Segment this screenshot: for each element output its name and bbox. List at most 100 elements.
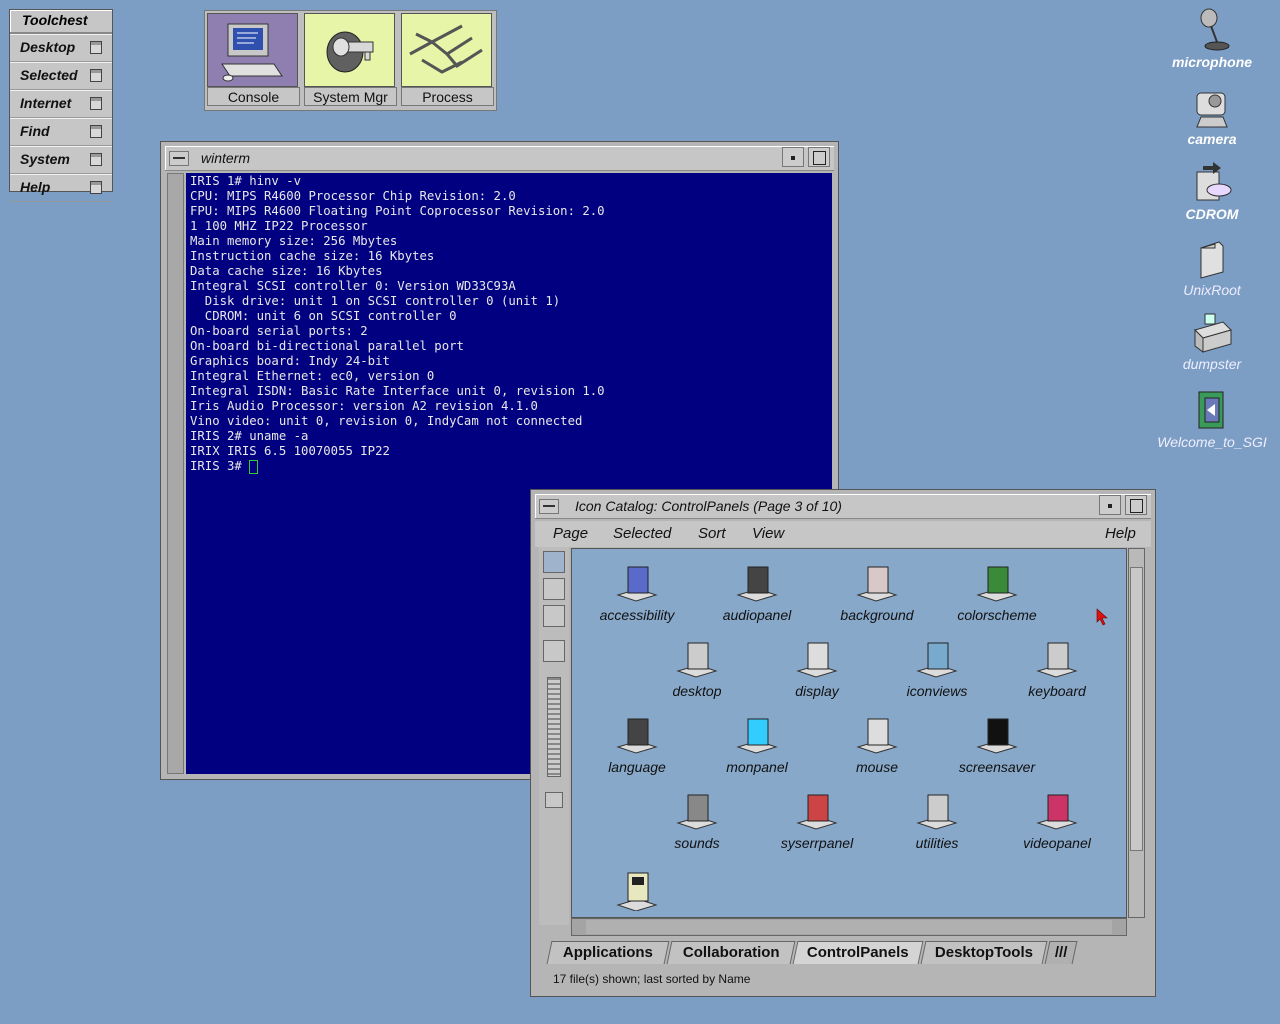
catalog-item-label: desktop — [672, 683, 722, 699]
terminal-line: IRIX IRIS 6.5 10070055 IP22 — [190, 444, 390, 458]
desktop-icon-camera[interactable]: camera — [1152, 83, 1272, 147]
maximize-button[interactable] — [1125, 495, 1147, 515]
catalog-item-label: display — [795, 683, 839, 699]
catalog-item-syserrpanel[interactable]: syserrpanel — [762, 789, 872, 863]
desktop-icon-microphone[interactable]: microphone — [1152, 6, 1272, 70]
vertical-scrollbar[interactable] — [1128, 548, 1145, 918]
menu-selected[interactable]: Selected — [613, 524, 671, 544]
catalog-item-label: mouse — [855, 759, 899, 775]
title-bar[interactable]: Icon Catalog: ControlPanels (Page 3 of 1… — [535, 494, 1151, 519]
keyboard-icon — [1034, 637, 1080, 683]
title-bar[interactable]: winterm — [165, 146, 834, 171]
catalog-item-monpanel[interactable]: monpanel — [702, 713, 812, 787]
desktop-icon-dumpster[interactable]: dumpster — [1152, 308, 1272, 372]
camera-icon — [1189, 83, 1235, 131]
catalog-item-audiopanel[interactable]: audiopanel — [702, 561, 812, 635]
face-icon[interactable] — [543, 640, 565, 662]
catalog-item-screensaver[interactable]: screensaver — [942, 713, 1052, 787]
catalog-item-iconviews[interactable]: iconviews — [882, 637, 992, 711]
catalog-item-label: iconviews — [906, 683, 968, 699]
catalog-item-accessibility[interactable]: accessibility — [582, 561, 692, 635]
cursor-icon — [249, 459, 259, 474]
desktop-icon-welcome[interactable]: Welcome_to_SGI — [1152, 386, 1272, 450]
terminal-line: Main memory size: 256 Mbytes — [190, 234, 398, 248]
scroll-thumb[interactable] — [1130, 567, 1143, 851]
system-manager-launcher[interactable]: System Mgr — [304, 13, 397, 107]
catalog-item-label: language — [608, 759, 666, 775]
icon-view-icon[interactable] — [543, 551, 565, 573]
menu-bar: Page Selected Sort View Help — [535, 521, 1151, 547]
console-launcher[interactable]: Console — [207, 13, 300, 107]
toolchest-title[interactable]: Toolchest — [10, 10, 112, 34]
submenu-icon — [90, 125, 102, 138]
toolchest-item-label: Selected — [20, 67, 78, 83]
catalog-item-keyboard[interactable]: keyboard — [1002, 637, 1112, 711]
terminal-line: On-board serial ports: 2 — [190, 324, 368, 338]
catalog-item-videopanel[interactable]: videopanel — [1002, 789, 1112, 863]
tab-controlpanels[interactable]: ControlPanels — [792, 941, 924, 964]
accessibility-icon — [614, 561, 660, 607]
menu-sort[interactable]: Sort — [698, 524, 726, 544]
zoom-reset-icon[interactable] — [545, 792, 563, 808]
utilities-icon — [914, 789, 960, 835]
horizontal-scrollbar[interactable] — [571, 918, 1127, 936]
catalog-item-colorscheme[interactable]: colorscheme — [942, 561, 1052, 635]
mouse-icon — [854, 713, 900, 759]
desktop-icon-label: UnixRoot — [1183, 282, 1241, 298]
minimize-button[interactable] — [782, 147, 804, 167]
terminal-prompt: IRIS 3# — [190, 459, 250, 473]
background-icon — [854, 561, 900, 607]
terminal-line: Integral SCSI controller 0: Version WD33… — [190, 279, 516, 293]
maximize-button[interactable] — [808, 147, 830, 167]
window-menu-button[interactable] — [169, 151, 189, 166]
console-label: Console — [207, 87, 300, 106]
menu-view[interactable]: View — [752, 524, 784, 544]
terminal-line: Data cache size: 16 Kbytes — [190, 264, 383, 278]
menu-page[interactable]: Page — [553, 524, 588, 544]
catalog-item-language[interactable]: language — [582, 713, 692, 787]
desktop-icon-unixroot[interactable]: UnixRoot — [1152, 234, 1272, 298]
process-launcher[interactable]: Process — [401, 13, 494, 107]
toolchest-item-help[interactable]: Help — [10, 174, 112, 202]
submenu-icon — [90, 97, 102, 110]
console-icon — [207, 13, 298, 87]
catalog-item-display[interactable]: display — [762, 637, 872, 711]
toolchest-item-selected[interactable]: Selected — [10, 62, 112, 90]
tab-applications[interactable]: Applications — [546, 941, 670, 964]
more-tabs-icon[interactable]: /// — [1044, 941, 1078, 964]
toolchest-item-find[interactable]: Find — [10, 118, 112, 146]
toolchest-item-desktop[interactable]: Desktop — [10, 34, 112, 62]
menu-help[interactable]: Help — [1105, 524, 1136, 544]
catalog-item-label: syserrpanel — [780, 835, 854, 851]
submenu-icon — [90, 41, 102, 54]
window-menu-button[interactable] — [539, 499, 559, 514]
catalog-item-partial[interactable] — [582, 865, 692, 917]
toolchest-item-internet[interactable]: Internet — [10, 90, 112, 118]
icon-catalog-window: Icon Catalog: ControlPanels (Page 3 of 1… — [530, 489, 1156, 997]
icon-panel: Console System Mgr Process — [204, 10, 497, 111]
scroll-track[interactable] — [586, 920, 1112, 934]
list-view-icon[interactable] — [543, 578, 565, 600]
terminal-line: Iris Audio Processor: version A2 revisio… — [190, 399, 538, 413]
videopanel-icon — [1034, 789, 1080, 835]
catalog-item-background[interactable]: background — [822, 561, 932, 635]
icon-area[interactable]: accessibility audiopanel background colorsc… — [571, 548, 1127, 918]
folder-icon — [1189, 234, 1235, 282]
terminal-scrollbar[interactable] — [167, 173, 184, 774]
catalog-item-label: keyboard — [1028, 683, 1086, 699]
catalog-item-mouse[interactable]: mouse — [822, 713, 932, 787]
tab-desktoptools[interactable]: DesktopTools — [920, 941, 1048, 964]
toolchest-item-system[interactable]: System — [10, 146, 112, 174]
catalog-item-sounds[interactable]: sounds — [642, 789, 752, 863]
minimize-button[interactable] — [1099, 495, 1121, 515]
terminal-line: 1 100 MHZ IP22 Processor — [190, 219, 368, 233]
catalog-item-desktop[interactable]: desktop — [642, 637, 752, 711]
terminal-line: Vino video: unit 0, revision 0, IndyCam … — [190, 414, 583, 428]
process-label: Process — [401, 87, 494, 106]
zoom-slider[interactable] — [547, 677, 561, 777]
desktop-icon-label: Welcome_to_SGI — [1157, 434, 1267, 450]
catalog-item-utilities[interactable]: utilities — [882, 789, 992, 863]
tab-collaboration[interactable]: Collaboration — [666, 941, 796, 964]
column-view-icon[interactable] — [543, 605, 565, 627]
desktop-icon-cdrom[interactable]: CDROM — [1152, 158, 1272, 222]
